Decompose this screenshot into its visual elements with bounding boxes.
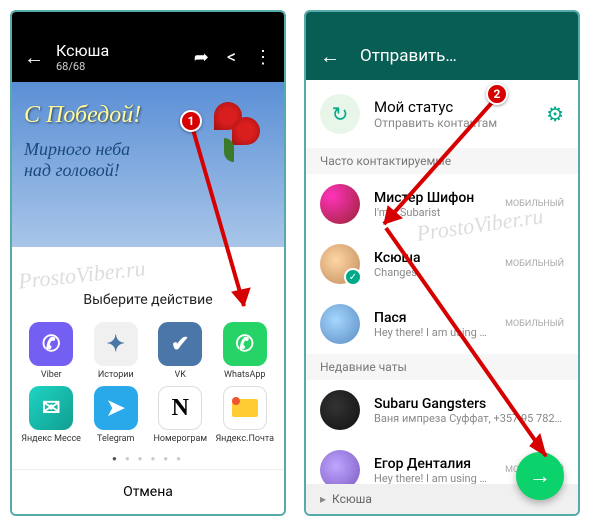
whatsapp-icon: ✆ — [223, 322, 267, 366]
яндекс.почта-icon — [223, 386, 267, 430]
app-label: Яндекс Мессендже — [21, 434, 81, 444]
share-app-истории[interactable]: ✦ Истории — [85, 322, 148, 380]
app-label: Яндекс.Почта — [215, 434, 274, 444]
page-indicator: ● ● ● ● ● ● — [12, 448, 284, 469]
status-ring-icon: ↻ — [320, 94, 360, 134]
header-title: Отправить… — [360, 46, 457, 66]
app-label: Viber — [41, 370, 62, 380]
share-forward-icon[interactable]: ➦ — [194, 47, 209, 68]
contact-tag: МОБИЛЬНЫЙ — [505, 199, 564, 209]
more-icon[interactable]: ⋮ — [254, 47, 272, 68]
back-icon[interactable]: ← — [24, 45, 44, 70]
viber-icon: ✆ — [29, 322, 73, 366]
app-label: WhatsApp — [224, 370, 265, 380]
callout-2: 2 — [486, 83, 508, 105]
status-bar — [306, 12, 578, 32]
send-header: ← Отправить… — [306, 32, 578, 80]
telegram-icon: ➤ — [94, 386, 138, 430]
share-app-яндекс.почта[interactable]: Яндекс.Почта — [214, 386, 277, 444]
avatar — [320, 184, 360, 224]
left-phone: ← Ксюша 68/68 ➦ < ⋮ С Победой! Мирного н… — [10, 10, 286, 516]
back-icon[interactable]: ← — [320, 44, 340, 69]
share-app-номерограм[interactable]: N Номерограм — [149, 386, 212, 444]
avatar: ✓ — [320, 244, 360, 284]
header-counter: 68/68 — [56, 60, 182, 73]
истории-icon: ✦ — [94, 322, 138, 366]
номерограм-icon: N — [158, 386, 202, 430]
app-grid: ✆ Viber ✦ Истории ✔ VK ✆ WhatsApp ✉ Яндекс Мессен… — [12, 318, 284, 448]
gear-icon[interactable]: ⚙ — [546, 102, 564, 126]
яндекс мессендже-icon: ✉ — [29, 386, 73, 430]
selected-name: Ксюша — [332, 492, 372, 506]
selected-check-icon: ✓ — [344, 268, 362, 286]
header-title: Ксюша — [56, 41, 182, 60]
avatar — [320, 390, 360, 430]
status-bar — [12, 12, 284, 32]
share-app-viber[interactable]: ✆ Viber — [20, 322, 83, 380]
vk-icon: ✔ — [158, 322, 202, 366]
share-app-vk[interactable]: ✔ VK — [149, 322, 212, 380]
cancel-button[interactable]: Отмена — [12, 469, 284, 514]
app-label: Номерограм — [153, 434, 207, 444]
avatar — [320, 304, 360, 344]
right-phone: ← Отправить… ↻ Мой статус Отправить конт… — [304, 10, 580, 516]
share-icon[interactable]: < — [227, 47, 236, 68]
callout-1: 1 — [180, 110, 202, 132]
share-app-telegram[interactable]: ➤ Telegram — [85, 386, 148, 444]
app-label: VK — [175, 370, 186, 380]
gallery-header: ← Ксюша 68/68 ➦ < ⋮ — [12, 32, 284, 82]
app-label: Истории — [98, 370, 134, 380]
share-app-whatsapp[interactable]: ✆ WhatsApp — [214, 322, 277, 380]
app-label: Telegram — [97, 434, 134, 444]
share-app-яндекс мессендже[interactable]: ✉ Яндекс Мессендже — [20, 386, 83, 444]
